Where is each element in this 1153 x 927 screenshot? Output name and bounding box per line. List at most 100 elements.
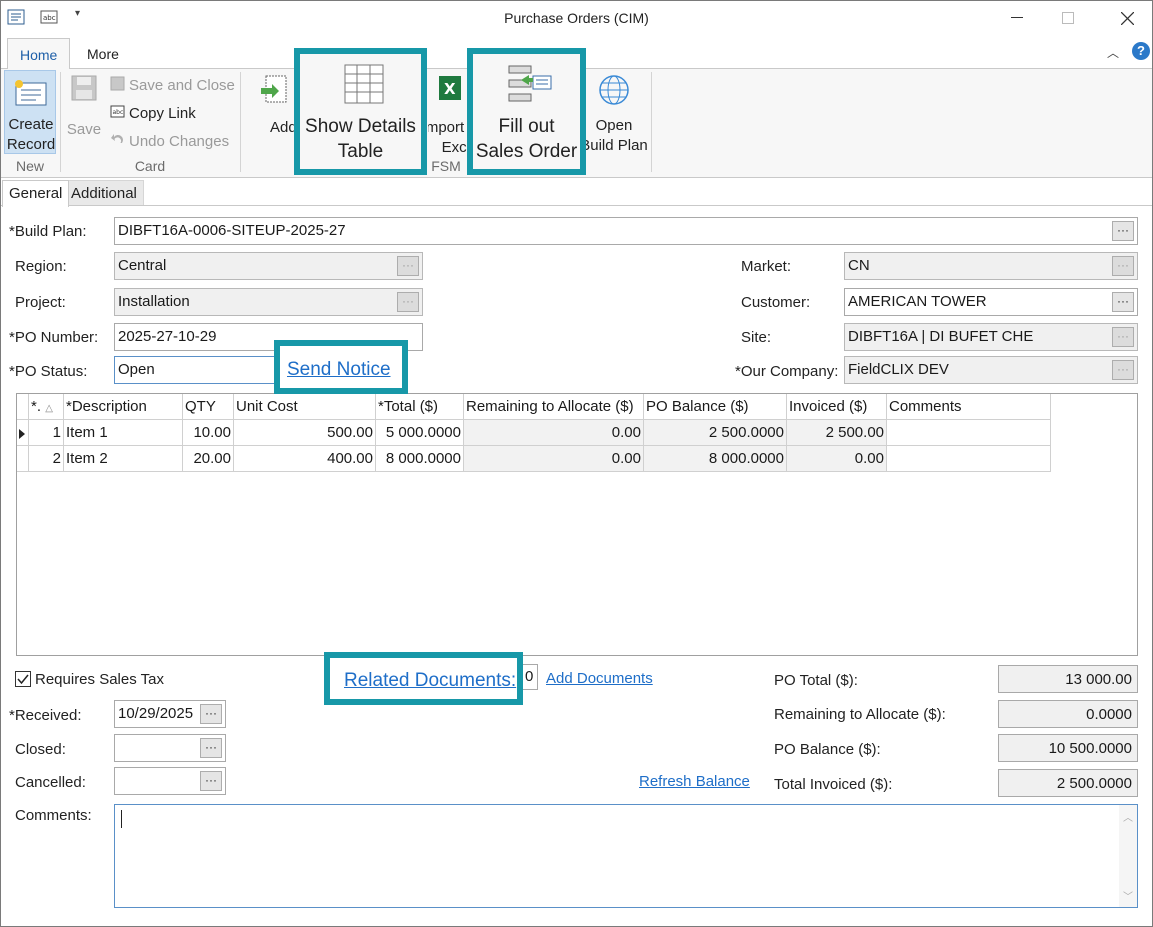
fill-out-sales-order-button[interactable]: Fill out Sales Order <box>467 48 586 175</box>
po-total-label: PO Total ($): <box>774 672 858 689</box>
site-ellipsis-button[interactable]: ··· <box>1112 327 1134 347</box>
row-1-po-balance[interactable]: 2 500.0000 <box>644 420 787 446</box>
open-build-plan-button[interactable]: Open Build Plan <box>580 74 648 156</box>
scroll-up-icon[interactable]: ︿ <box>1123 809 1133 824</box>
row-indicator <box>17 446 29 472</box>
col-header-po-balance[interactable]: PO Balance ($) <box>644 394 787 420</box>
tab-general[interactable]: General <box>2 180 70 207</box>
comments-scrollbar[interactable]: ︿ ﹀ <box>1119 805 1137 907</box>
scroll-down-icon[interactable]: ﹀ <box>1123 888 1133 903</box>
col-header-comments[interactable]: Comments <box>887 394 1051 420</box>
site-field[interactable]: DIBFT16A | DI BUFET CHE ··· <box>844 323 1138 351</box>
send-notice-link[interactable]: Send Notice <box>287 359 391 381</box>
total-invoiced-label: Total Invoiced ($): <box>774 776 893 793</box>
build-plan-label: *Build Plan: <box>9 223 87 240</box>
collapse-ribbon-icon[interactable]: ︿ <box>1107 44 1119 61</box>
row-1-total[interactable]: 5 000.0000 <box>376 420 464 446</box>
ribbon-tab-home[interactable]: Home <box>7 38 71 69</box>
fill-out-sales-order-label: Fill out Sales Order <box>475 116 578 162</box>
refresh-balance-link[interactable]: Refresh Balance <box>639 773 750 790</box>
save-icon <box>64 74 104 108</box>
save-and-close-label: Save and Close <box>129 76 235 94</box>
create-record-button[interactable]: Create Record <box>4 70 56 154</box>
cancelled-date-field[interactable]: ··· <box>114 767 226 795</box>
row-2-po-balance[interactable]: 8 000.0000 <box>644 446 787 472</box>
ribbon-separator <box>651 72 652 172</box>
row-1-num[interactable]: 1 <box>29 420 64 446</box>
table-icon <box>344 64 384 107</box>
project-label: Project: <box>15 294 66 311</box>
create-record-icon <box>14 79 48 110</box>
received-date-field[interactable]: 10/29/2025 ··· <box>114 700 226 728</box>
save-and-close-button[interactable]: Save and Close <box>110 74 235 96</box>
received-label: *Received: <box>9 707 82 724</box>
row-1-qty[interactable]: 10.00 <box>183 420 234 446</box>
region-field[interactable]: Central ··· <box>114 252 423 280</box>
save-close-icon <box>110 76 125 95</box>
our-company-ellipsis-button[interactable]: ··· <box>1112 360 1134 380</box>
row-2-comments[interactable] <box>887 446 1051 472</box>
customer-ellipsis-button[interactable]: ··· <box>1112 292 1134 312</box>
row-1-invoiced[interactable]: 2 500.00 <box>787 420 887 446</box>
maximize-button[interactable] <box>1045 5 1091 31</box>
row-2-description[interactable]: Item 2 <box>64 446 183 472</box>
sort-icon: △ <box>45 403 53 414</box>
requires-sales-tax-checkbox[interactable] <box>15 671 31 687</box>
build-plan-field[interactable]: DIBFT16A-0006-SITEUP-2025-27 ··· <box>114 217 1138 245</box>
col-header-invoiced[interactable]: Invoiced ($) <box>787 394 887 420</box>
help-icon[interactable]: ? <box>1132 42 1150 60</box>
closed-date-picker-button[interactable]: ··· <box>200 738 222 758</box>
close-window-button[interactable] <box>1104 5 1150 31</box>
row-2-num[interactable]: 2 <box>29 446 64 472</box>
copy-link-button[interactable]: abc Copy Link <box>110 102 196 124</box>
row-2-invoiced[interactable]: 0.00 <box>787 446 887 472</box>
ribbon-tab-more[interactable]: More <box>75 38 131 68</box>
row-1-comments[interactable] <box>887 420 1051 446</box>
remaining-allocate-label: Remaining to Allocate ($): <box>774 706 946 723</box>
row-1-unit-cost[interactable]: 500.00 <box>234 420 376 446</box>
region-ellipsis-button[interactable]: ··· <box>397 256 419 276</box>
undo-changes-button[interactable]: Undo Changes <box>110 130 229 152</box>
tab-additional[interactable]: Additional <box>64 180 144 206</box>
col-header-remaining[interactable]: Remaining to Allocate ($) <box>464 394 644 420</box>
col-header-total[interactable]: *Total ($) <box>376 394 464 420</box>
col-header-qty[interactable]: QTY <box>183 394 234 420</box>
comments-textarea[interactable]: ︿ ﹀ <box>114 804 1138 908</box>
market-field[interactable]: CN ··· <box>844 252 1138 280</box>
related-documents-link[interactable]: Related Documents: <box>344 670 516 692</box>
received-date-picker-button[interactable]: ··· <box>200 704 222 724</box>
related-documents-callout: Related Documents: <box>324 652 523 705</box>
cancelled-date-picker-button[interactable]: ··· <box>200 771 222 791</box>
market-value: CN <box>848 257 870 274</box>
po-number-value: 2025-27-10-29 <box>118 328 217 345</box>
customer-field[interactable]: AMERICAN TOWER ··· <box>844 288 1138 316</box>
closed-date-field[interactable]: ··· <box>114 734 226 762</box>
build-plan-ellipsis-button[interactable]: ··· <box>1112 221 1134 241</box>
our-company-field[interactable]: FieldCLIX DEV ··· <box>844 356 1138 384</box>
text-cursor <box>121 810 122 828</box>
save-button[interactable]: Save <box>64 74 104 140</box>
row-2-total[interactable]: 8 000.0000 <box>376 446 464 472</box>
row-1-description[interactable]: Item 1 <box>64 420 183 446</box>
row-1-remaining[interactable]: 0.00 <box>464 420 644 446</box>
project-field[interactable]: Installation ··· <box>114 288 423 316</box>
checkmark-icon <box>17 674 29 685</box>
col-header-description[interactable]: *Description <box>64 394 183 420</box>
group-label-card: Card <box>134 158 166 174</box>
import-from-excel-button[interactable]: X Import from Excel <box>428 74 470 158</box>
col-header-unit-cost[interactable]: Unit Cost <box>234 394 376 420</box>
project-value: Installation <box>118 293 190 310</box>
add-documents-link[interactable]: Add Documents <box>546 670 653 687</box>
market-ellipsis-button[interactable]: ··· <box>1112 256 1134 276</box>
minimize-button[interactable] <box>994 5 1040 31</box>
row-2-unit-cost[interactable]: 400.00 <box>234 446 376 472</box>
undo-icon <box>110 132 125 151</box>
row-2-qty[interactable]: 20.00 <box>183 446 234 472</box>
show-details-table-button[interactable]: Show Details Table <box>294 48 427 175</box>
row-2-remaining[interactable]: 0.00 <box>464 446 644 472</box>
project-ellipsis-button[interactable]: ··· <box>397 292 419 312</box>
details-grid[interactable]: *. △ *Description QTY Unit Cost *Total (… <box>16 393 1138 656</box>
market-label: Market: <box>741 258 792 275</box>
col-header-num[interactable]: *. △ <box>29 394 64 420</box>
site-label: Site: <box>741 329 772 346</box>
